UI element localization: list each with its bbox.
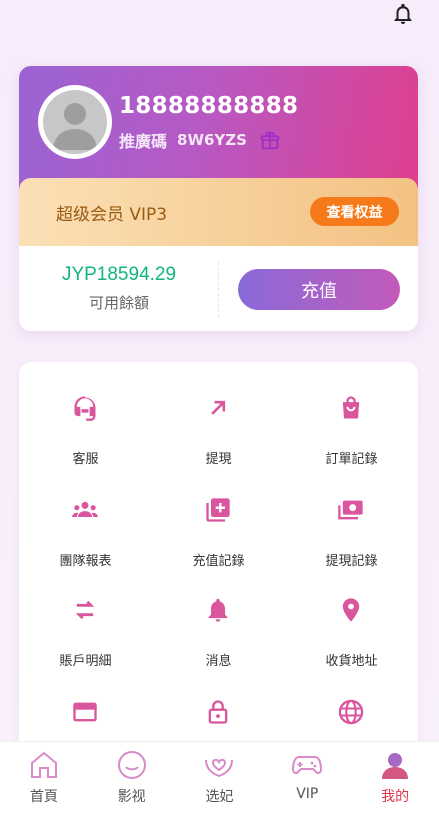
arrow-up-right-icon [211,400,226,415]
menu-item-customer-service[interactable]: 客服 [19,364,152,467]
menu-item-recharge-records[interactable]: 充值記錄 [152,466,285,569]
menu-item-shipping-address[interactable]: 收貨地址 [285,566,418,669]
menu-item-label: 訂單記錄 [325,452,378,467]
money-icon [338,500,363,520]
referral-row: 推廣碼 8W6YZS [119,128,281,152]
heart-hands-icon [205,758,234,778]
headset-icon [74,396,96,421]
referral-code[interactable]: 8W6YZS [177,131,247,149]
user-icon [382,753,409,779]
bell-icon[interactable] [391,2,415,26]
menu-item-withdraw-records[interactable]: 提現記錄 [285,466,418,569]
group-icon [72,501,98,517]
menu-item-account-details[interactable]: 賬戶明細 [19,566,152,669]
add-library-icon [206,498,230,522]
divider [218,262,219,317]
menu-item-label: 收貨地址 [325,654,378,669]
gamepad-icon [292,756,323,774]
tab-home[interactable]: 首頁 [0,742,88,814]
recharge-button[interactable]: 充值 [238,269,400,310]
tab-select-companion[interactable]: 选妃 [176,742,264,814]
profile-card: 18888888888 推廣碼 8W6YZS 超级会员 VIP3 查看权益 JY… [19,66,418,331]
username: 18888888888 [119,93,299,119]
vip-banner: 超级会员 VIP3 查看权益 [19,178,418,246]
tab-label: 选妃 [205,789,234,805]
globe-icon [338,699,364,725]
menu-item-order-records[interactable]: 訂單記錄 [285,364,418,467]
tab-label: VIP [296,786,319,802]
tab-label: 我的 [381,789,410,805]
balance-amount: JYP18594.29 [61,264,177,285]
menu-item-label: 消息 [205,654,232,669]
gift-icon[interactable] [259,129,281,151]
lock-icon [208,700,228,724]
referral-label: 推廣碼 [119,132,168,151]
smile-icon [117,751,146,779]
avatar-placeholder-icon [53,103,97,150]
avatar[interactable] [38,85,112,159]
tab-movies[interactable]: 影视 [88,742,176,814]
menu-item-messages[interactable]: 消息 [152,566,285,669]
bottom-tab-bar: 首頁 影视 选妃 VIP 我的 [0,741,439,814]
tab-mine[interactable]: 我的 [351,742,439,814]
menu-item-label: 提現 [205,452,232,467]
swap-icon [75,600,95,620]
bell-icon [208,598,228,622]
view-benefits-button[interactable]: 查看权益 [310,197,399,226]
balance-label: 可用餘額 [88,294,149,312]
menu-item-label: 賬戶明細 [59,654,112,669]
credit-card-icon [73,702,97,722]
menu-item-withdraw[interactable]: 提現 [152,364,285,467]
home-icon [30,751,57,778]
shopping-bag-icon [342,396,360,419]
menu-item-label: 客服 [72,452,99,467]
tab-label: 首頁 [29,789,58,805]
menu-item-team-report[interactable]: 團隊報表 [19,466,152,569]
location-pin-icon [342,598,360,622]
balance-section: JYP18594.29 可用餘額 充值 [19,246,418,331]
vip-level-label: 超级会员 VIP3 [56,205,168,225]
tab-vip[interactable]: VIP [263,742,351,814]
tab-label: 影视 [117,789,146,805]
menu-grid: 客服 提現 訂單記錄 團隊報表 充值記錄 提現記錄 賬戶明細 消息 收貨地址 [19,362,418,762]
